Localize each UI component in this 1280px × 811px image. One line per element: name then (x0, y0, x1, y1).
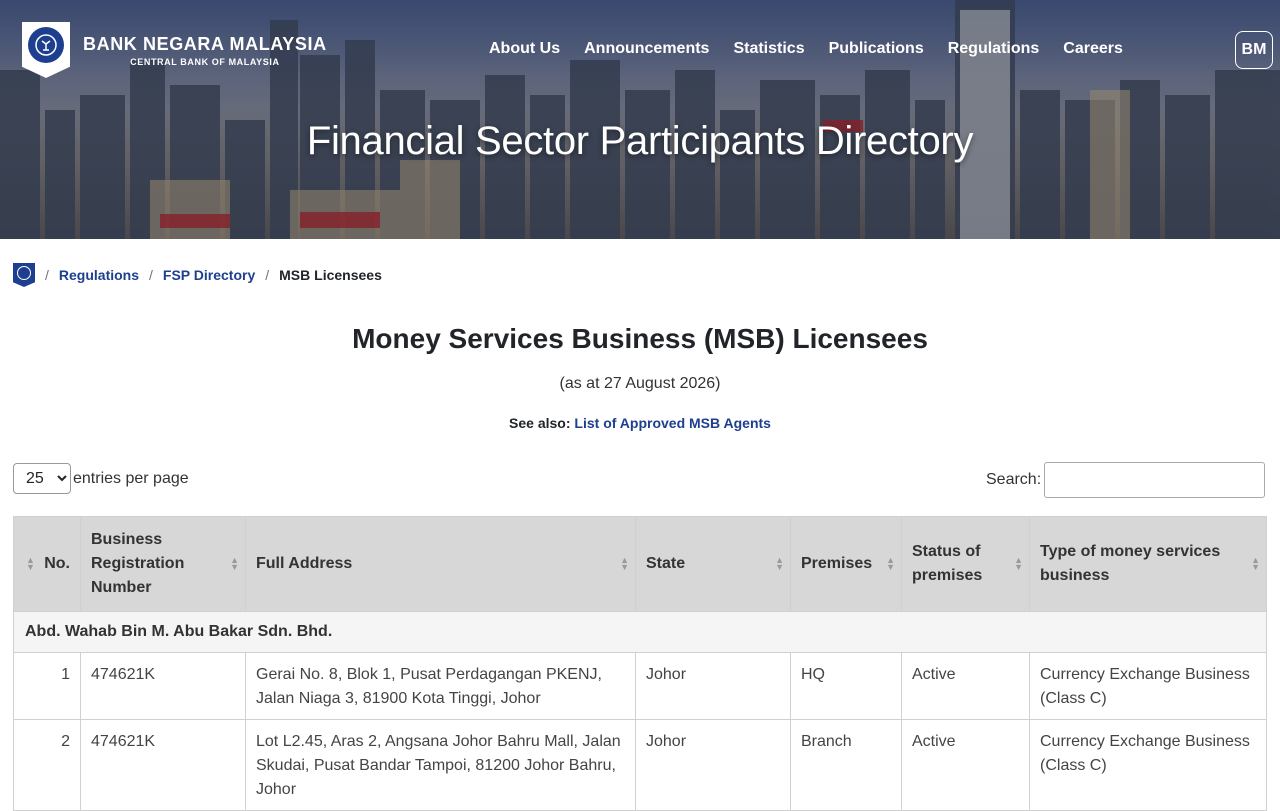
cell-brn: 474621K (80, 719, 246, 811)
col-header-state[interactable]: State ▲ ▼ (635, 516, 791, 612)
sort-icon: ▲ ▼ (1014, 555, 1023, 572)
col-header-no[interactable]: ▲ ▼ No. (13, 516, 81, 612)
page-title: Money Services Business (MSB) Licensees (352, 323, 928, 354)
entries-per-page: 25 entries per page (13, 463, 189, 494)
col-header-brn[interactable]: Business Registration Number ▲ ▼ (80, 516, 246, 612)
table-row: 1 474621K Gerai No. 8, Blok 1, Pusat Per… (13, 652, 1267, 720)
search-label: Search: (986, 471, 1042, 488)
group-name: Abd. Wahab Bin M. Abu Bakar Sdn. Bhd. (13, 611, 1267, 653)
sort-icon: ▲ ▼ (230, 555, 239, 572)
group-row: Abd. Wahab Bin M. Abu Bakar Sdn. Bhd. (13, 611, 1267, 653)
table-row: 2 474621K Lot L2.45, Aras 2, Angsana Joh… (13, 719, 1267, 811)
nav-statistics[interactable]: Statistics (733, 38, 804, 60)
as-at-date: (as at 27 August 2026) (559, 375, 721, 392)
cell-premises: HQ (790, 652, 902, 720)
breadcrumb-separator: / (45, 267, 49, 283)
sort-icon: ▲ ▼ (1251, 555, 1260, 572)
approved-msb-agents-link[interactable]: List of Approved MSB Agents (574, 415, 771, 431)
cell-no: 1 (13, 652, 81, 720)
cell-brn: 474621K (80, 652, 246, 720)
cell-status: Active (901, 652, 1030, 720)
sort-icon: ▲ ▼ (620, 555, 629, 572)
cell-type: Currency Exchange Business (Class C) (1029, 652, 1267, 720)
cell-premises: Branch (790, 719, 902, 811)
breadcrumb-regulations[interactable]: Regulations (59, 267, 139, 283)
home-logo-icon[interactable] (13, 263, 35, 287)
logo-line2: CENTRAL BANK OF MALAYSIA (130, 56, 280, 67)
language-toggle-button[interactable]: BM (1235, 31, 1273, 69)
entries-label: entries per page (73, 469, 189, 487)
cell-no: 2 (13, 719, 81, 811)
breadcrumb-separator: / (265, 267, 270, 283)
bnm-crest-icon (22, 22, 70, 78)
see-also-label: See also: (509, 415, 571, 431)
nav-regulations[interactable]: Regulations (948, 38, 1040, 60)
main-nav: About Us Announcements Statistics Public… (489, 38, 1147, 60)
search-input[interactable] (1044, 462, 1266, 498)
breadcrumb-separator: / (149, 267, 153, 283)
cell-state: Johor (635, 719, 791, 811)
col-header-status[interactable]: Status of premises ▲ ▼ (901, 516, 1030, 612)
col-header-address[interactable]: Full Address ▲ ▼ (245, 516, 636, 612)
breadcrumb: / Regulations / FSP Directory / MSB Lice… (13, 263, 382, 287)
col-header-premises[interactable]: Premises ▲ ▼ (790, 516, 902, 612)
cell-status: Active (901, 719, 1030, 811)
logo-line1: BANK NEGARA MALAYSIA (83, 33, 327, 54)
col-header-type[interactable]: Type of money services business ▲ ▼ (1029, 516, 1267, 612)
breadcrumb-fsp-directory[interactable]: FSP Directory (163, 267, 255, 283)
nav-announcements[interactable]: Announcements (584, 38, 709, 60)
msb-licensees-table: ▲ ▼ No. Business Registration Number ▲ ▼ F… (13, 516, 1267, 811)
entries-select[interactable]: 25 (13, 463, 71, 494)
see-also: See also: List of Approved MSB Agents (0, 415, 1280, 431)
breadcrumb-current: MSB Licensees (279, 267, 382, 283)
sort-icon: ▲ ▼ (26, 555, 35, 572)
cell-state: Johor (635, 652, 791, 720)
table-search: Search: (986, 462, 1266, 498)
nav-publications[interactable]: Publications (829, 38, 924, 60)
hero-title: Financial Sector Participants Directory (306, 119, 974, 163)
cell-address: Gerai No. 8, Blok 1, Pusat Perdagangan P… (245, 652, 636, 720)
hero-banner: BANK NEGARA MALAYSIA CENTRAL BANK OF MAL… (0, 0, 1280, 239)
nav-about-us[interactable]: About Us (489, 38, 560, 60)
sort-icon: ▲ ▼ (886, 555, 895, 572)
sort-icon: ▲ ▼ (775, 555, 784, 572)
cell-type: Currency Exchange Business (Class C) (1029, 719, 1267, 811)
bnm-logo[interactable]: BANK NEGARA MALAYSIA CENTRAL BANK OF MAL… (22, 22, 327, 78)
deer-icon (35, 34, 57, 56)
nav-careers[interactable]: Careers (1063, 38, 1123, 60)
cell-address: Lot L2.45, Aras 2, Angsana Johor Bahru M… (245, 719, 636, 811)
